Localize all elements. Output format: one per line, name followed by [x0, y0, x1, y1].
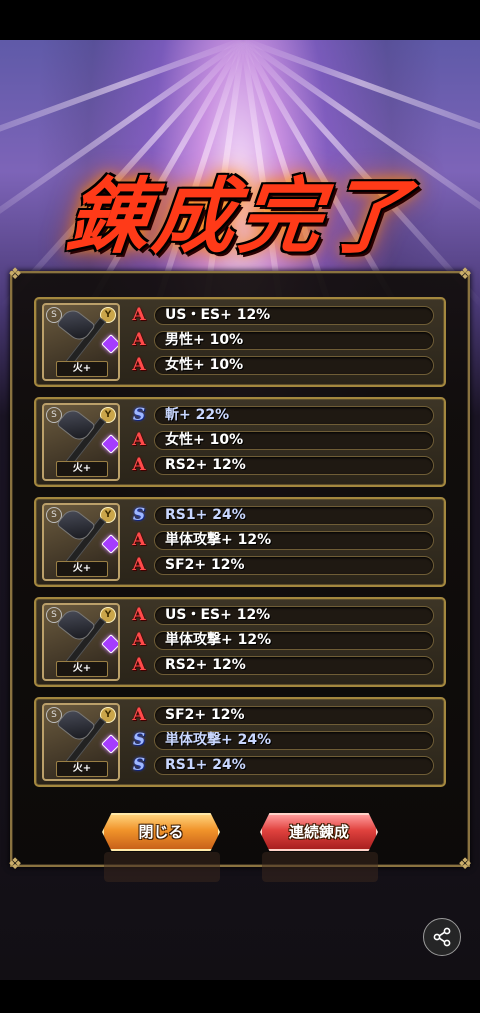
element-label: 火+	[56, 461, 108, 477]
rank-badge: A	[132, 655, 146, 675]
rank-badge: A	[132, 455, 146, 475]
effect-text: 単体攻撃+ 12%	[165, 532, 272, 548]
effect-bar: 単体攻撃+ 12%	[154, 631, 434, 650]
effect-bar: RS1+ 24%	[154, 506, 434, 525]
effect-text: SF2+ 12%	[165, 557, 245, 573]
effect-text: SF2+ 12%	[165, 707, 245, 723]
result-card: S Y 火+ S RS1+ 24% A 単体攻撃+ 12% A SF2+ 12%	[34, 497, 446, 587]
effect-row: A 女性+ 10%	[128, 430, 434, 451]
effect-row: A SF2+ 12%	[128, 555, 434, 576]
weapon-thumbnail[interactable]: S Y 火+	[42, 503, 120, 581]
page-title: 錬成完了	[62, 169, 417, 265]
rank-badge: S	[132, 730, 146, 750]
gem-icon	[101, 534, 118, 554]
effect-bar: RS2+ 12%	[154, 656, 434, 675]
rank-badge: A	[132, 605, 146, 625]
continuous-refine-button[interactable]: 連続錬成	[260, 813, 378, 851]
effect-row: A 単体攻撃+ 12%	[128, 530, 434, 551]
effect-text: US・ES+ 12%	[165, 607, 271, 623]
effect-bar: 女性+ 10%	[154, 431, 434, 450]
element-label: 火+	[56, 561, 108, 577]
effect-row: A US・ES+ 12%	[128, 305, 434, 326]
share-icon[interactable]	[423, 918, 461, 956]
effect-row: A 単体攻撃+ 12%	[128, 630, 434, 651]
element-label: 火+	[56, 761, 108, 777]
button-shadow	[262, 852, 378, 882]
effect-row: A RS2+ 12%	[128, 655, 434, 676]
effect-row: A 女性+ 10%	[128, 355, 434, 376]
effect-text: 男性+ 10%	[165, 332, 244, 348]
effect-row: A RS2+ 12%	[128, 455, 434, 476]
weapon-thumbnail[interactable]: S Y 火+	[42, 703, 120, 781]
rank-badge: A	[132, 555, 146, 575]
result-card: S Y 火+ A US・ES+ 12% A 男性+ 10% A 女性+ 10%	[34, 297, 446, 387]
corner-ornament-icon: ❖	[7, 264, 23, 283]
rank-badge: A	[132, 705, 146, 725]
gem-icon	[101, 634, 118, 654]
corner-ornament-icon: ❖	[457, 264, 473, 283]
rank-badge: S	[132, 505, 146, 525]
effect-text: RS2+ 12%	[165, 457, 246, 473]
effect-bar: 女性+ 10%	[154, 356, 434, 375]
effect-text: US・ES+ 12%	[165, 307, 271, 323]
gem-icon	[101, 734, 118, 754]
element-label: 火+	[56, 361, 108, 377]
effect-bar: 斬+ 22%	[154, 406, 434, 425]
effect-text: 女性+ 10%	[165, 432, 244, 448]
effect-bar: RS1+ 24%	[154, 756, 434, 775]
effect-bar: US・ES+ 12%	[154, 306, 434, 325]
corner-ornament-icon: ❖	[7, 854, 23, 873]
weapon-thumbnail[interactable]: S Y 火+	[42, 603, 120, 681]
effect-row: S 斬+ 22%	[128, 405, 434, 426]
effect-bar: 男性+ 10%	[154, 331, 434, 350]
result-card: S Y 火+ A SF2+ 12% S 単体攻撃+ 24% S RS1+ 24%	[34, 697, 446, 787]
effect-text: RS1+ 24%	[165, 507, 246, 523]
close-button[interactable]: 閉じる	[102, 813, 220, 851]
effect-text: RS1+ 24%	[165, 757, 246, 773]
effect-bar: US・ES+ 12%	[154, 606, 434, 625]
effect-row: S RS1+ 24%	[128, 505, 434, 526]
effect-row: A US・ES+ 12%	[128, 605, 434, 626]
rank-badge: A	[132, 430, 146, 450]
rank-badge: A	[132, 330, 146, 350]
effect-text: 女性+ 10%	[165, 357, 244, 373]
gem-icon	[101, 434, 118, 454]
result-card: S Y 火+ S 斬+ 22% A 女性+ 10% A RS2+ 12%	[34, 397, 446, 487]
rank-badge: S	[132, 755, 146, 775]
corner-ornament-icon: ❖	[457, 854, 473, 873]
effect-row: S 単体攻撃+ 24%	[128, 730, 434, 751]
effect-row: A 男性+ 10%	[128, 330, 434, 351]
effect-text: 単体攻撃+ 24%	[165, 732, 272, 748]
effect-bar: 単体攻撃+ 24%	[154, 731, 434, 750]
effect-text: RS2+ 12%	[165, 657, 246, 673]
effect-row: A SF2+ 12%	[128, 705, 434, 726]
effect-text: 斬+ 22%	[165, 407, 230, 423]
button-shadow	[104, 852, 220, 882]
effect-bar: RS2+ 12%	[154, 456, 434, 475]
effect-row: S RS1+ 24%	[128, 755, 434, 776]
rank-badge: A	[132, 530, 146, 550]
result-card: S Y 火+ A US・ES+ 12% A 単体攻撃+ 12% A RS2+ 12%	[34, 597, 446, 687]
effect-bar: SF2+ 12%	[154, 706, 434, 725]
effect-bar: 単体攻撃+ 12%	[154, 531, 434, 550]
gem-icon	[101, 334, 118, 354]
effect-bar: SF2+ 12%	[154, 556, 434, 575]
rank-badge: A	[132, 355, 146, 375]
weapon-thumbnail[interactable]: S Y 火+	[42, 403, 120, 481]
effect-text: 単体攻撃+ 12%	[165, 632, 272, 648]
title-banner: 錬成完了	[0, 140, 480, 280]
element-label: 火+	[56, 661, 108, 677]
weapon-thumbnail[interactable]: S Y 火+	[42, 303, 120, 381]
rank-badge: A	[132, 630, 146, 650]
rank-badge: A	[132, 305, 146, 325]
rank-badge: S	[132, 405, 146, 425]
